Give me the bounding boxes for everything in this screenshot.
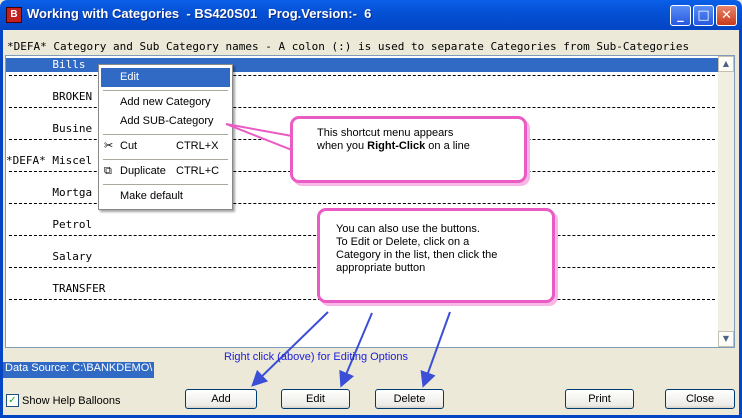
callout-text-line: This shortcut menu appears bbox=[317, 127, 454, 139]
delete-button[interactable]: Delete bbox=[375, 389, 444, 409]
callout-bold-text: Right-Click bbox=[367, 140, 426, 152]
scroll-down-icon[interactable]: ▼ bbox=[718, 331, 734, 347]
minimize-button[interactable]: _ bbox=[670, 5, 691, 26]
menu-item-edit[interactable]: Edit bbox=[101, 68, 230, 87]
menu-item-label: Add SUB-Category bbox=[120, 115, 214, 127]
maximize-button[interactable]: □ bbox=[693, 5, 714, 26]
callout-text-line: To Edit or Delete, click on a bbox=[336, 236, 470, 248]
app-icon: B bbox=[6, 7, 22, 23]
menu-item-duplicate[interactable]: ⧉ Duplicate CTRL+C bbox=[101, 162, 230, 181]
menu-item-label: Add new Category bbox=[120, 96, 211, 108]
menu-item-add-sub-category[interactable]: Add SUB-Category bbox=[101, 112, 230, 131]
print-button[interactable]: Print bbox=[565, 389, 634, 409]
edit-button[interactable]: Edit bbox=[281, 389, 350, 409]
close-button[interactable]: Close bbox=[665, 389, 735, 409]
buttons-callout: You can also use the buttons. To Edit or… bbox=[317, 208, 555, 303]
menu-item-add-new-category[interactable]: Add new Category bbox=[101, 93, 230, 112]
data-source-label: Data Source: C:\BANKDEMO\ bbox=[3, 362, 155, 378]
copy-icon: ⧉ bbox=[104, 165, 112, 177]
menu-item-cut[interactable]: ✂ Cut CTRL+X bbox=[101, 137, 230, 156]
window-close-button[interactable]: ✕ bbox=[716, 5, 737, 26]
menu-item-shortcut: CTRL+C bbox=[176, 165, 220, 177]
callout-text: on a line bbox=[425, 140, 470, 152]
list-header: *DEFA* Category and Sub Category names -… bbox=[7, 40, 690, 53]
menu-separator bbox=[103, 159, 228, 160]
menu-item-label: Duplicate bbox=[120, 165, 166, 177]
menu-item-make-default[interactable]: Make default bbox=[101, 187, 230, 206]
context-menu: Edit Add new Category Add SUB-Category ✂… bbox=[98, 64, 233, 210]
menu-item-label: Edit bbox=[120, 71, 139, 83]
callout-text-line: You can also use the buttons. bbox=[336, 223, 480, 235]
callout-text-line: appropriate button bbox=[336, 262, 426, 274]
scissors-icon: ✂ bbox=[104, 140, 114, 152]
vertical-scrollbar[interactable]: ▲ ▼ bbox=[718, 56, 734, 347]
menu-separator bbox=[103, 184, 228, 185]
menu-item-shortcut: CTRL+X bbox=[176, 140, 219, 152]
menu-item-label: Make default bbox=[120, 190, 183, 202]
show-help-balloons-label[interactable]: Show Help Balloons bbox=[22, 395, 120, 407]
callout-text: when you bbox=[317, 140, 368, 152]
title-bar: B Working with Categories - BS420S01 Pro… bbox=[0, 0, 742, 30]
menu-separator bbox=[103, 134, 228, 135]
add-button[interactable]: Add bbox=[185, 389, 257, 409]
window-title: Working with Categories - BS420S01 Prog.… bbox=[27, 6, 372, 21]
menu-item-label: Cut bbox=[120, 140, 138, 152]
menu-separator bbox=[103, 90, 228, 91]
context-menu-callout: This shortcut menu appears when you Righ… bbox=[290, 116, 527, 183]
show-help-balloons-checkbox[interactable]: ✓ bbox=[6, 394, 19, 407]
callout-text-line: when you Right-Click on a line bbox=[317, 140, 514, 153]
editing-help-text: Right click (above) for Editing Options bbox=[224, 351, 409, 363]
callout-text-line: Category in the list, then click the bbox=[336, 249, 498, 261]
scroll-up-icon[interactable]: ▲ bbox=[718, 56, 734, 72]
